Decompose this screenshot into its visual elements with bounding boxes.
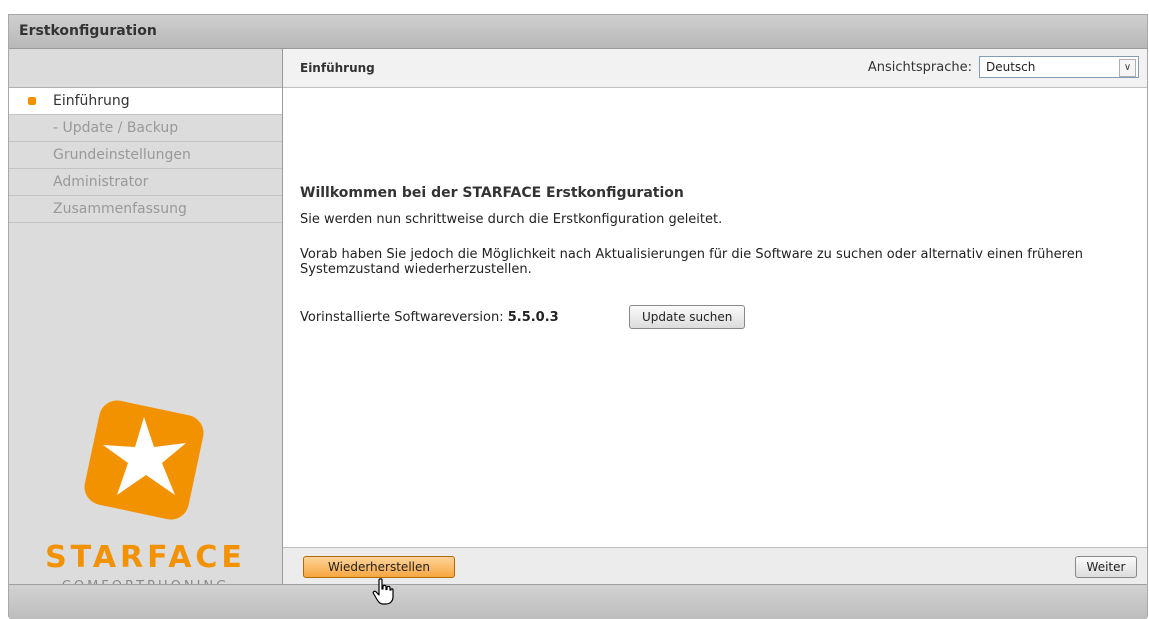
sidebar-item-label: Einführung [53, 93, 130, 109]
sidebar-item-label: - Update / Backup [53, 120, 179, 136]
language-select[interactable]: Deutsch ∨ [979, 56, 1139, 78]
sidebar-item-administrator[interactable]: Administrator [9, 169, 282, 196]
starface-logo-icon [84, 400, 204, 520]
sidebar: Einführung - Update / Backup Grundeinste… [9, 49, 283, 594]
active-bullet-icon [28, 97, 36, 105]
main-panel: Einführung Ansichtsprache: Deutsch ∨ Wil… [283, 49, 1147, 585]
sidebar-item-einfuehrung[interactable]: Einführung [9, 88, 282, 115]
options-text: Vorab haben Sie jedoch die Möglichkeit n… [300, 247, 1083, 277]
sidebar-item-label: Zusammenfassung [53, 201, 187, 217]
status-bar [9, 584, 1147, 619]
next-button[interactable]: Weiter [1075, 556, 1137, 578]
main-header: Einführung Ansichtsprache: Deutsch ∨ [283, 49, 1147, 88]
language-select-value: Deutsch [986, 60, 1036, 74]
intro-text: Sie werden nun schrittweise durch die Er… [300, 212, 723, 227]
sidebar-item-update-backup[interactable]: - Update / Backup [9, 115, 282, 142]
sidebar-item-grundeinstellungen[interactable]: Grundeinstellungen [9, 142, 282, 169]
setup-window: Erstkonfiguration Einführung - Update / … [8, 14, 1148, 619]
content-area: Willkommen bei der STARFACE Erstkonfigur… [300, 185, 1137, 331]
sidebar-item-label: Administrator [53, 174, 149, 190]
page-title: Einführung [300, 61, 375, 75]
chevron-down-icon[interactable]: ∨ [1119, 59, 1136, 77]
sidebar-item-zusammenfassung[interactable]: Zusammenfassung [9, 196, 282, 223]
brand-name: STARFACE [45, 540, 246, 575]
footer-bar: Wiederherstellen Weiter [283, 547, 1147, 585]
update-search-button[interactable]: Update suchen [629, 305, 746, 329]
hand-pointer-cursor-icon [372, 578, 394, 605]
restore-button[interactable]: Wiederherstellen [303, 556, 455, 578]
title-bar: Erstkonfiguration [9, 15, 1147, 49]
version-label: Vorinstallierte Softwareversion: [300, 310, 508, 325]
sidebar-item-label: Grundeinstellungen [53, 147, 191, 163]
welcome-heading: Willkommen bei der STARFACE Erstkonfigur… [300, 185, 684, 201]
window-title: Erstkonfiguration [19, 23, 157, 39]
version-row: Vorinstallierte Softwareversion: 5.5.0.3… [300, 305, 1137, 331]
version-value: 5.5.0.3 [507, 310, 559, 325]
language-label: Ansichtsprache: [867, 60, 972, 75]
